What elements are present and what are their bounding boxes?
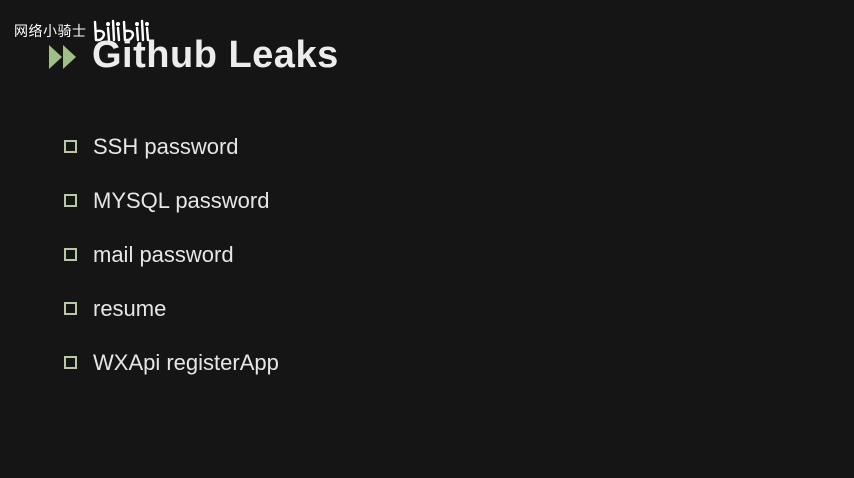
slide-header: Github Leaks [48,33,339,77]
bullet-item: SSH password [64,131,279,163]
square-bullet-icon [64,139,77,153]
bullet-item: resume [64,293,279,325]
bullet-item: WXApi registerApp [64,347,279,379]
square-bullet-icon [64,193,77,207]
bullet-label: mail password [93,242,234,267]
double-arrow-icon [49,45,76,69]
bullet-item: mail password [64,239,279,271]
square-bullet-icon [64,301,77,315]
square-bullet-icon [64,247,77,261]
presentation-slide: 网络小骑士 Github Leaks SSH password MYSQL pa… [0,0,854,478]
bullet-label: WXApi registerApp [93,350,279,375]
slide-title: Github Leaks [92,34,339,76]
bullet-item: MYSQL password [64,185,279,217]
bullet-label: SSH password [93,134,239,159]
square-bullet-icon [64,355,77,369]
bullet-list: SSH password MYSQL password mail passwor… [64,131,279,401]
bullet-label: resume [93,296,167,321]
bullet-label: MYSQL password [93,188,270,213]
